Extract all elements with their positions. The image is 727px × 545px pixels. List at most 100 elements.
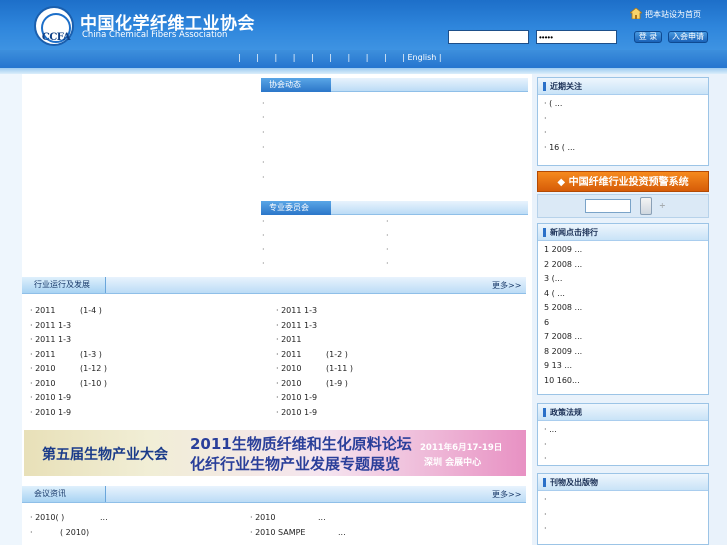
sidebar-search: ÷ — [537, 194, 709, 218]
policy-panel: 政策法规 · ... · · — [537, 403, 709, 466]
password-input[interactable] — [536, 30, 617, 44]
list-item[interactable]: · — [544, 438, 708, 453]
left-gutter — [0, 74, 22, 545]
login-button[interactable]: 登 录 — [634, 31, 662, 43]
industry-list-right: · 2011 1-3 · 2011 1-3 · 2011 · 2011 (1-2 … — [276, 304, 521, 420]
nav-separator[interactable]: | — [311, 53, 314, 62]
list-item[interactable]: · 2010 (1-10 ) — [30, 377, 260, 392]
list-item[interactable]: · — [544, 493, 708, 508]
nav-separator[interactable]: | — [256, 53, 259, 62]
nav-separator[interactable]: | — [238, 53, 241, 62]
tab-committees[interactable]: 专业委员会 — [261, 201, 331, 215]
committee-item[interactable]: · — [262, 257, 265, 271]
list-item[interactable]: · 2010 1-9 — [276, 391, 521, 406]
committee-item[interactable]: · — [262, 229, 265, 243]
sidebar-search-input[interactable] — [585, 199, 631, 213]
logo-text: CCFA — [41, 32, 71, 43]
set-homepage-link[interactable]: 把本站设为首页 — [645, 9, 701, 20]
news-rank-title: 新闻点击排行 — [538, 224, 708, 241]
home-icon — [630, 8, 642, 19]
banner-title-top: 2011生物质纤维和生化原料论坛 — [190, 435, 412, 453]
bio-industry-banner[interactable]: 第五届生物产业大会 2011生物质纤维和生化原料论坛 化纤行业生物产业发展专题展… — [24, 430, 526, 476]
sidebar-search-label: ÷ — [659, 201, 666, 210]
rank-item[interactable]: 8 2009 ... — [544, 345, 708, 360]
sidebar-search-button[interactable] — [640, 197, 652, 215]
list-item[interactable]: · 2011 (1-4 ) — [30, 304, 260, 319]
list-item[interactable]: · 2010( )... — [30, 511, 245, 526]
tab-meetings[interactable]: 会议资讯 — [22, 486, 106, 502]
username-input[interactable] — [448, 30, 529, 44]
list-item[interactable]: · ... — [544, 423, 708, 438]
committee-item[interactable]: · — [386, 229, 389, 243]
tab-industry[interactable]: 行业运行及发展 — [22, 277, 106, 293]
nav-separator[interactable]: | — [329, 53, 332, 62]
news-list-item[interactable]: · — [262, 97, 265, 111]
list-item[interactable]: · 2010 1-9 — [30, 391, 260, 406]
list-item[interactable]: ·( 2010) — [30, 526, 245, 541]
list-item[interactable]: · — [544, 522, 708, 537]
news-list-item[interactable]: · — [262, 156, 265, 170]
list-item[interactable]: · — [544, 112, 708, 127]
list-item[interactable]: · 2010 SAMPE... — [250, 526, 520, 541]
rank-item[interactable]: 7 2008 ... — [544, 330, 708, 345]
news-list-item[interactable]: · — [262, 171, 265, 185]
join-application-button[interactable]: 入会申请 — [668, 31, 708, 43]
rank-item[interactable]: 2 2008 ... — [544, 258, 708, 273]
meetings-more-link[interactable]: 更多>> — [492, 489, 521, 500]
list-item[interactable]: · 2010 (1-9 ) — [276, 377, 521, 392]
investment-warning-system-button[interactable]: ◆ 中国纤维行业投资预警系统 — [537, 171, 709, 192]
list-item[interactable]: · ( ... — [544, 97, 708, 112]
list-item[interactable]: · 2011 1-3 — [30, 333, 260, 348]
list-item[interactable]: · — [544, 508, 708, 523]
nav-separator[interactable]: | — [348, 53, 351, 62]
list-item[interactable]: · 2010 (1-11 ) — [276, 362, 521, 377]
nav-english-link[interactable]: | English | — [402, 53, 441, 62]
news-list-item[interactable]: · — [262, 111, 265, 125]
industry-list-left: · 2011 (1-4 ) · 2011 1-3 · 2011 1-3 · 201… — [30, 304, 260, 420]
tab-association-news[interactable]: 协会动态 — [261, 78, 331, 92]
list-item[interactable]: · — [544, 126, 708, 141]
list-item[interactable]: · 2011 — [276, 333, 521, 348]
list-item[interactable]: · 2010... — [250, 511, 520, 526]
rank-item[interactable]: 3 (... — [544, 272, 708, 287]
list-item[interactable]: · 2011 (1-2 ) — [276, 348, 521, 363]
nav-separator[interactable]: | — [275, 53, 278, 62]
meetings-list-right: · 2010... · 2010 SAMPE... — [250, 511, 520, 540]
list-item[interactable]: · 2010 1-9 — [30, 406, 260, 421]
committee-item[interactable]: · — [386, 215, 389, 229]
committee-item[interactable]: · — [262, 215, 265, 229]
publications-title: 刊物及出版物 — [538, 474, 708, 491]
industry-more-link[interactable]: 更多>> — [492, 280, 521, 291]
committee-item[interactable]: · — [262, 243, 265, 257]
list-item[interactable]: · 2010 (1-12 ) — [30, 362, 260, 377]
nav-separator[interactable]: | — [366, 53, 369, 62]
main-nav: | | | | | | | | | | English | — [238, 53, 455, 65]
list-item[interactable]: · 2011 (1-3 ) — [30, 348, 260, 363]
site-subtitle: China Chemical Fibers Association — [82, 30, 228, 40]
rank-item[interactable]: 9 13 ... — [544, 359, 708, 374]
arrow-icon: ◆ — [557, 177, 569, 188]
list-item[interactable]: · 2011 1-3 — [30, 319, 260, 334]
news-list-item[interactable]: · — [262, 126, 265, 140]
rank-item[interactable]: 1 2009 ... — [544, 243, 708, 258]
publications-panel: 刊物及出版物 · · · — [537, 473, 709, 545]
banner-title-bottom: 化纤行业生物产业发展专题展览 — [190, 455, 401, 473]
recent-focus-title: 近期关注 — [538, 78, 708, 95]
news-list-item[interactable]: · — [262, 141, 265, 155]
list-item[interactable]: · — [544, 452, 708, 467]
recent-focus-panel: 近期关注 · ( ... · · · 16 ( ... — [537, 77, 709, 166]
list-item[interactable]: · 16 ( ... — [544, 141, 708, 156]
nav-separator[interactable]: | — [384, 53, 387, 62]
nav-separator[interactable]: | — [293, 53, 296, 62]
banner-location: 深圳 会展中心 — [424, 458, 482, 468]
list-item[interactable]: · 2011 1-3 — [276, 319, 521, 334]
list-item[interactable]: · 2011 1-3 — [276, 304, 521, 319]
committee-item[interactable]: · — [386, 243, 389, 257]
rank-item[interactable]: 4 ( ... — [544, 287, 708, 302]
rank-item[interactable]: 5 2008 ... — [544, 301, 708, 316]
rank-item[interactable]: 10 160... — [544, 374, 708, 389]
rank-item[interactable]: 6 — [544, 316, 708, 331]
committee-item[interactable]: · — [386, 257, 389, 271]
policy-title: 政策法规 — [538, 404, 708, 421]
list-item[interactable]: · 2010 1-9 — [276, 406, 521, 421]
